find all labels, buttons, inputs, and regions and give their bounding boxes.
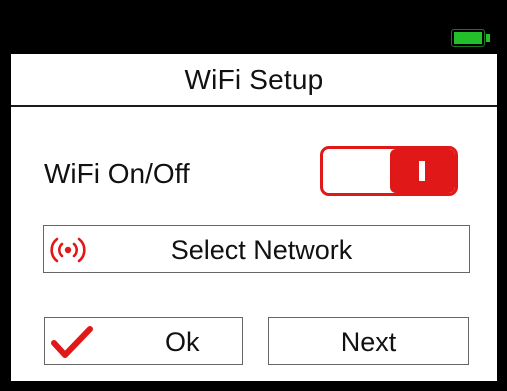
wifi-toggle-label: WiFi On/Off xyxy=(44,158,190,189)
select-network-button[interactable]: Select Network xyxy=(43,225,470,273)
toggle-knob xyxy=(390,149,455,193)
select-network-label: Select Network xyxy=(170,235,353,265)
checkmark-icon xyxy=(51,326,93,358)
battery-full-icon xyxy=(451,29,485,47)
ok-button[interactable]: Ok xyxy=(44,317,243,365)
title-bar: WiFi Setup xyxy=(11,54,497,107)
wifi-setup-screen: WiFi Setup WiFi On/Off Select Network Ok xyxy=(11,54,497,381)
next-button[interactable]: Next xyxy=(268,317,469,365)
page-title: WiFi Setup xyxy=(184,63,324,95)
status-bar xyxy=(0,0,507,54)
next-button-label: Next xyxy=(340,327,397,357)
ok-button-label: Ok xyxy=(165,327,200,357)
battery-tip xyxy=(486,34,490,42)
device-frame: WiFi Setup WiFi On/Off Select Network Ok xyxy=(0,0,507,391)
toggle-on-indicator xyxy=(419,161,425,181)
wifi-toggle-switch[interactable] xyxy=(320,146,458,196)
